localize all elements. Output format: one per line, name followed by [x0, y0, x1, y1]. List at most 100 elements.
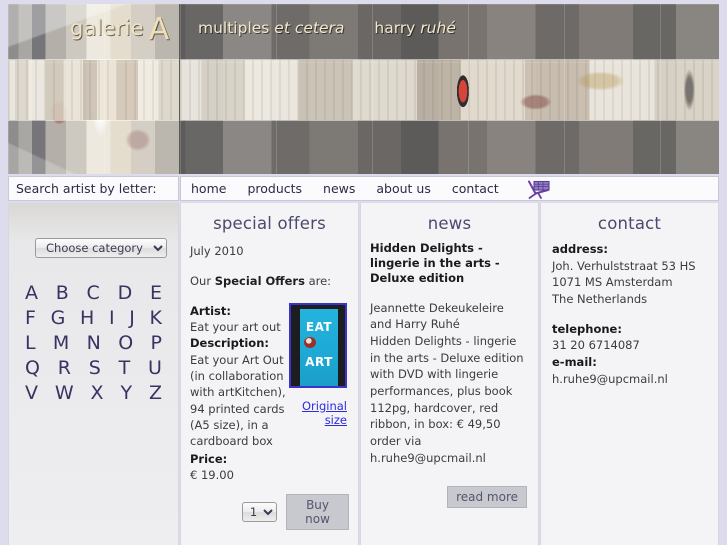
category-select-wrapper: Choose category [9, 203, 178, 258]
contact-telephone: 31 20 6714087 [552, 338, 640, 353]
nav-item-home[interactable]: home [191, 181, 226, 196]
buy-now-button-1[interactable]: Buy now [286, 494, 349, 531]
tagline-multiples-italic: et cetera [274, 19, 345, 37]
alphabet-row: Q R S T U [23, 357, 164, 379]
nav-item-products[interactable]: products [247, 181, 302, 196]
nav-item-about-us[interactable]: about us [376, 181, 430, 196]
site-banner: galerie A multiples et cetera harry ruhé [8, 4, 719, 174]
alphabet-letter-o[interactable]: O [118, 332, 133, 354]
alphabet-row: F G H I J K [23, 307, 164, 329]
nav-item-contact[interactable]: contact [452, 181, 499, 196]
intro-bold: Special Offers [214, 274, 305, 289]
contact-column: contact address: Joh. Verhulststraat 53 … [540, 203, 719, 545]
contact-email-label: e-mail: [552, 355, 597, 370]
alphabet-letter-t[interactable]: T [119, 357, 131, 379]
offer-thumbnail-1-card [300, 308, 338, 386]
alphabet-letter-d[interactable]: D [118, 282, 133, 304]
page-root: galerie A multiples et cetera harry ruhé… [0, 0, 727, 545]
banner-light-band-left [8, 60, 179, 120]
alphabet-letter-n[interactable]: N [87, 332, 101, 354]
contact-address-line-2: 1071 MS Amsterdam [552, 275, 673, 290]
offer-quantity-select-1[interactable]: 1 [242, 502, 278, 523]
intro-pre: Our [190, 274, 215, 289]
main-navigation: home products news about us contact [180, 176, 719, 201]
tagline-multiples: multiples et cetera [198, 19, 344, 37]
alphabet-letter-r[interactable]: R [58, 357, 71, 379]
offer-text-1: Artist: Eat your art out Description: Ea… [190, 303, 294, 484]
alphabet-letter-h[interactable]: H [80, 307, 94, 329]
alphabet-letter-a[interactable]: A [25, 282, 38, 304]
tagline-multiples-normal: multiples [198, 19, 275, 37]
offer-price-label-1: Price: [190, 451, 228, 466]
site-logo-text: galerie [70, 16, 144, 40]
alphabet-letter-k[interactable]: K [149, 307, 161, 329]
alphabet-letter-i[interactable]: I [109, 307, 115, 329]
alphabet-letter-z[interactable]: Z [149, 382, 162, 404]
contact-heading: contact [597, 214, 662, 233]
alphabet-letter-f[interactable]: F [25, 307, 36, 329]
content-columns: Choose category A B C D E F G H I J K L … [8, 203, 719, 545]
offer-artist-1: Eat your art out [190, 319, 281, 334]
alphabet-letter-s[interactable]: S [89, 357, 101, 379]
read-more-button[interactable]: read more [447, 486, 527, 509]
alphabet-letter-m[interactable]: M [53, 332, 69, 354]
alphabet-row: A B C D E [23, 282, 164, 304]
tagline-harry-ruhe: harry ruhé [374, 19, 455, 37]
alphabet-letter-w[interactable]: W [55, 382, 74, 404]
alphabet-letter-v[interactable]: V [25, 382, 38, 404]
news-column: news Hidden Delights - lingerie in the a… [360, 203, 539, 545]
offer-description-label-1: Description: [190, 336, 269, 351]
search-by-letter-label: Search artist by letter: [16, 181, 157, 196]
original-size-link-wrapper: Original size [289, 399, 347, 428]
contact-address-line-3: The Netherlands [552, 292, 648, 307]
offer-thumbnail-1-emblem [304, 336, 316, 348]
contact-body: address: Joh. Verhulststraat 53 HS 1071 … [541, 241, 718, 387]
alphabet-letter-u[interactable]: U [148, 357, 162, 379]
alphabet-letter-l[interactable]: L [25, 332, 36, 354]
contact-spacer [552, 308, 707, 321]
contact-address-line-1: Joh. Verhulststraat 53 HS [552, 258, 696, 273]
intro-post: are: [304, 274, 332, 289]
alphabet-letter-p[interactable]: P [151, 332, 162, 354]
offer-item-1: Original size Artist: Eat your art out D… [190, 302, 349, 531]
news-item-body: Jeannette Dekeukeleire and Harry Ruhé Hi… [370, 300, 524, 465]
choose-category-select[interactable]: Choose category [35, 238, 167, 258]
alphabet-letter-b[interactable]: B [56, 282, 69, 304]
search-by-letter-label-box: Search artist by letter: [8, 176, 179, 201]
alphabet-letter-j[interactable]: J [129, 307, 135, 329]
news-button-row: read more [370, 486, 529, 509]
offer-buy-row-1: 1 Buy now [190, 494, 349, 531]
news-item-title: Hidden Delights - lingerie in the arts -… [370, 241, 500, 286]
alphabet-letter-q[interactable]: Q [25, 357, 40, 379]
nav-item-news[interactable]: news [323, 181, 355, 196]
alphabet-letter-g[interactable]: G [51, 307, 66, 329]
alphabet-index: A B C D E F G H I J K L M N O P Q R S T … [9, 282, 178, 404]
news-heading: news [427, 214, 472, 233]
offer-separator [190, 530, 349, 545]
site-logo-letter-a: A [148, 12, 170, 47]
alphabet-row: L M N O P [23, 332, 164, 354]
offer-price-1: € 19.00 [190, 467, 234, 482]
offer-artist-label-1: Artist: [190, 303, 231, 318]
tagline-harry-normal: harry [374, 19, 421, 37]
navigation-row: Search artist by letter: home products n… [8, 176, 719, 201]
alphabet-letter-e[interactable]: E [150, 282, 162, 304]
news-body: Hidden Delights - lingerie in the arts -… [361, 241, 538, 509]
alphabet-row: V W X Y Z [23, 382, 164, 404]
offer-thumbnail-1[interactable] [289, 302, 347, 388]
site-logo[interactable]: galerie A [70, 10, 169, 46]
alphabet-letter-y[interactable]: Y [120, 382, 132, 404]
contact-email: h.ruhe9@upcmail.nl [552, 371, 668, 386]
sidebar-artist-browser: Choose category A B C D E F G H I J K L … [8, 203, 179, 545]
original-size-link[interactable]: Original size [302, 399, 347, 428]
special-offers-column: special offers July 2010 Our Special Off… [180, 203, 359, 545]
special-offers-heading: special offers [213, 214, 326, 233]
alphabet-letter-c[interactable]: C [87, 282, 100, 304]
contact-telephone-label: telephone: [552, 321, 622, 336]
alphabet-letter-x[interactable]: X [91, 382, 104, 404]
banner-tagline: multiples et cetera harry ruhé [198, 10, 456, 46]
shopping-cart-icon[interactable] [526, 179, 552, 199]
special-offers-date: July 2010 [190, 244, 244, 258]
banner-shelf-objects [180, 60, 719, 120]
special-offers-body: July 2010 Our Special Offers are: Origin… [181, 243, 358, 545]
